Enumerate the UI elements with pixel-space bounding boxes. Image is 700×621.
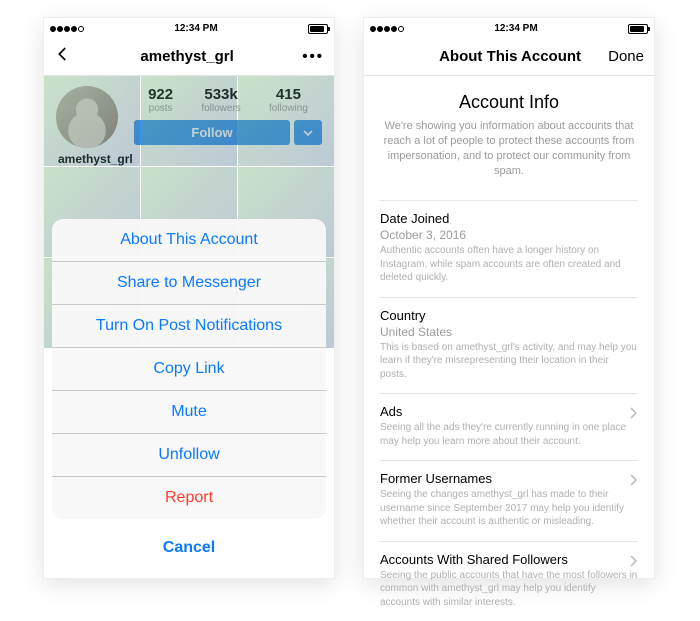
sheet-about-this-account[interactable]: About This Account — [52, 219, 326, 261]
status-bar: 12:34 PM — [364, 18, 654, 37]
profile-nav: amethyst_grl ••• — [44, 37, 334, 76]
section-date-joined: Date Joined October 3, 2016 Authentic ac… — [380, 200, 638, 297]
chevron-right-icon — [630, 473, 638, 491]
section-heading: Country — [380, 308, 638, 323]
status-time: 12:34 PM — [174, 23, 217, 34]
signal-icon — [50, 26, 84, 32]
battery-icon — [628, 24, 648, 34]
chevron-right-icon — [630, 554, 638, 572]
section-heading: Accounts With Shared Followers — [380, 552, 638, 567]
section-description: Seeing all the ads they're currently run… — [380, 421, 638, 448]
account-info-subheading: We're showing you information about acco… — [380, 119, 638, 178]
section-description: Authentic accounts often have a longer h… — [380, 244, 638, 285]
action-sheet: About This Account Share to Messenger Tu… — [52, 219, 326, 570]
section-heading: Date Joined — [380, 211, 638, 226]
section-description: Seeing the public accounts that have the… — [380, 569, 638, 610]
done-button[interactable]: Done — [608, 48, 644, 65]
status-bar: 12:34 PM — [44, 18, 334, 37]
section-shared-followers[interactable]: Accounts With Shared Followers Seeing th… — [380, 541, 638, 621]
sheet-share-to-messenger[interactable]: Share to Messenger — [52, 261, 326, 304]
sheet-cancel[interactable]: Cancel — [52, 526, 326, 570]
section-heading: Ads — [380, 404, 638, 419]
sheet-mute[interactable]: Mute — [52, 390, 326, 433]
account-info-heading: Account Info — [380, 92, 638, 113]
sheet-unfollow[interactable]: Unfollow — [52, 433, 326, 476]
status-time: 12:34 PM — [494, 23, 537, 34]
section-description: This is based on amethyst_grl's activity… — [380, 341, 638, 382]
section-value: United States — [380, 325, 638, 339]
chevron-left-icon — [54, 45, 72, 63]
nav-title: amethyst_grl — [140, 48, 233, 65]
section-heading: Former Usernames — [380, 471, 638, 486]
sheet-report[interactable]: Report — [52, 476, 326, 519]
phone-profile: 12:34 PM amethyst_grl ••• 922 post — [44, 18, 334, 578]
chevron-right-icon — [630, 406, 638, 424]
section-ads[interactable]: Ads Seeing all the ads they're currently… — [380, 393, 638, 460]
more-button[interactable]: ••• — [302, 48, 324, 65]
section-description: Seeing the changes amethyst_grl has made… — [380, 488, 638, 529]
about-nav: About This Account Done — [364, 37, 654, 76]
nav-title: About This Account — [439, 48, 581, 65]
section-value: October 3, 2016 — [380, 228, 638, 242]
section-country: Country United States This is based on a… — [380, 297, 638, 394]
section-former-usernames[interactable]: Former Usernames Seeing the changes amet… — [380, 460, 638, 541]
signal-icon — [370, 26, 404, 32]
sheet-copy-link[interactable]: Copy Link — [52, 347, 326, 390]
phone-about-account: 12:34 PM About This Account Done Account… — [364, 18, 654, 578]
battery-icon — [308, 24, 328, 34]
back-button[interactable] — [54, 45, 72, 67]
sheet-turn-on-post-notifications[interactable]: Turn On Post Notifications — [52, 304, 326, 347]
